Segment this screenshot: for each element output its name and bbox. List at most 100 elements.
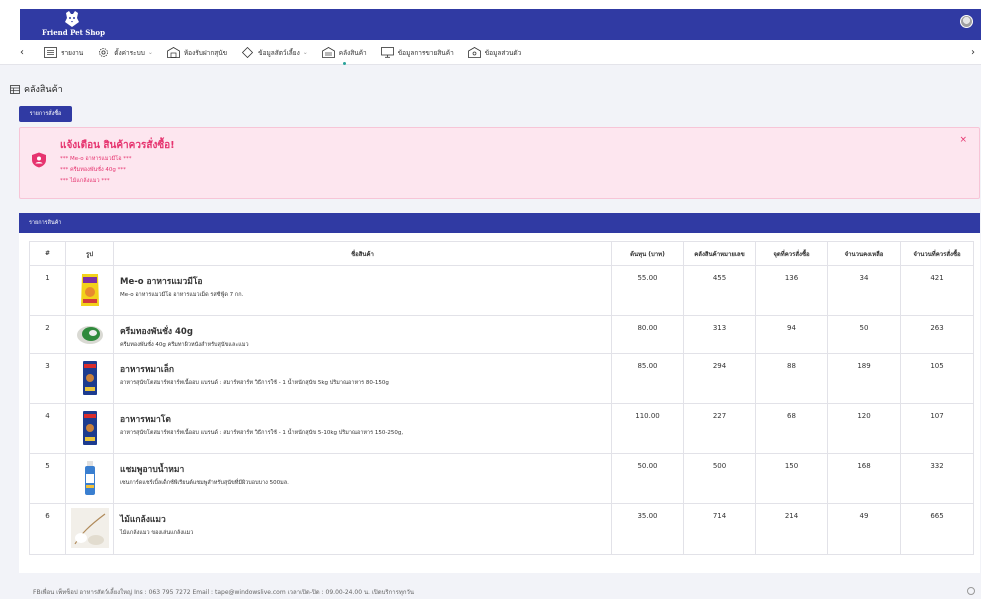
product-panel: รายการสินค้า # รูป ชื่อสินค้า ต้นทุน (บา… xyxy=(19,213,980,573)
column-header: # xyxy=(29,241,66,266)
product-name-cell: ครีมทองพันชั่ง 40g ครีมทองพันชั่ง 40g คร… xyxy=(113,315,612,354)
product-name-cell: อาหารหมาโต อาหารสุนัขโตสมาร์ทฮาร์ทเนื้ออ… xyxy=(113,403,612,454)
order-qty-cell: 665 xyxy=(900,503,974,555)
dog-food-bag-image xyxy=(70,408,109,448)
table-row[interactable]: 1 Me-o อาหารแมวมีโอ Me-o อาหารแมวมีโอ อา… xyxy=(29,265,974,316)
gear-icon xyxy=(99,48,109,57)
cat-food-bag-image xyxy=(70,270,109,310)
nav-label: ข้อมูลสัตว์เลี้ยง xyxy=(258,48,300,57)
nav-item-sales[interactable]: ข้อมูลการขายสินค้า xyxy=(380,47,454,58)
alert-item: *** ครีมทองพันชั่ง 40g *** xyxy=(60,167,126,173)
order-list-button[interactable]: รายการสั่งซื้อ xyxy=(19,106,72,122)
cost-cell: 35.00 xyxy=(611,503,684,555)
footer-text: FBเพื่อน เพ็ทช็อป อาหารสัตว์เลี้ยงใหญ่ I… xyxy=(33,589,414,596)
product-image-cell xyxy=(65,315,114,354)
table-row[interactable]: 3 อาหารหมาเล็ก อาหารสุนัขโตสมาร์ทฮาร์ทเน… xyxy=(29,353,974,404)
nav-menu: รายงาน ตั้งค่าระบบ ⌄ ห้องรับฝากสุนัข ข้อ… xyxy=(44,46,535,65)
product-image-cell xyxy=(65,403,114,454)
order-qty-cell: 332 xyxy=(900,453,974,504)
reorder-alert: แจ้งเตือน สินค้าควรสั่งซื้อ! *** Me-o อา… xyxy=(19,127,980,199)
row-index: 3 xyxy=(29,353,66,404)
product-name: อาหารหมาโต xyxy=(120,415,171,425)
nav-item-dog-boarding[interactable]: ห้องรับฝากสุนัข xyxy=(166,47,227,58)
reorder-point-cell: 68 xyxy=(755,403,828,454)
remaining-cell: 120 xyxy=(827,403,901,454)
stock-cell: 455 xyxy=(683,265,756,316)
profile-icon xyxy=(467,47,481,58)
row-index: 6 xyxy=(29,503,66,555)
product-description: อาหารสุนัขโตสมาร์ทฮาร์ทเนื้ออบ แบรนด์ : … xyxy=(120,430,404,436)
table-header-row: # รูป ชื่อสินค้า ต้นทุน (บาท) คลังสินค้า… xyxy=(29,241,974,266)
shampoo-bottle-image xyxy=(70,458,109,498)
remaining-cell: 49 xyxy=(827,503,901,555)
cream-jar-image xyxy=(70,320,109,348)
nav-item-pet-info[interactable]: ข้อมูลสัตว์เลี้ยง ⌄ xyxy=(241,47,308,58)
column-header: จำนวนคงเหลือ xyxy=(827,241,901,266)
product-table: # รูป ชื่อสินค้า ต้นทุน (บาท) คลังสินค้า… xyxy=(29,241,974,555)
row-index: 1 xyxy=(29,265,66,316)
table-row[interactable]: 2 ครีมทองพันชั่ง 40g ครีมทองพันชั่ง 40g … xyxy=(29,315,974,354)
order-qty-cell: 263 xyxy=(900,315,974,354)
product-description: ครีมทองพันชั่ง 40g ครีมทาผิวหนังสำหรับสุ… xyxy=(120,342,249,348)
column-header: จำนวนที่ควรสั่งซื้อ xyxy=(900,241,974,266)
list-icon xyxy=(44,47,57,58)
cost-cell: 55.00 xyxy=(611,265,684,316)
product-image-cell xyxy=(65,353,114,404)
product-description: เซนการ์ดแชร์เบิ้ลเด็กซ์พีเรียนต์แชมพูสำห… xyxy=(120,480,289,486)
brand-logo[interactable]: Friend Pet Shop xyxy=(42,10,105,39)
nav-item-reports[interactable]: รายงาน xyxy=(44,47,83,58)
product-name: แชมพูอาบน้ำหมา xyxy=(120,465,185,475)
product-description: Me-o อาหารแมวมีโอ อาหารแมวเม็ด รสซีฟู้ด … xyxy=(120,292,244,298)
product-description: อาหารสุนัขโตสมาร์ทฮาร์ทเนื้ออบ แบรนด์ : … xyxy=(120,380,389,386)
nav-label: รายงาน xyxy=(61,48,84,57)
row-index: 4 xyxy=(29,403,66,454)
table-icon xyxy=(10,84,20,94)
info-icon[interactable] xyxy=(967,587,975,595)
column-header: คลังสินค้าหมายเลข xyxy=(683,241,756,266)
reorder-point-cell: 88 xyxy=(755,353,828,404)
building-icon xyxy=(166,47,180,58)
top-bar: Friend Pet Shop xyxy=(20,9,981,40)
row-index: 5 xyxy=(29,453,66,504)
product-name-cell: ไม้แกล้งแมว ไม้แกล้งแมว ของเล่นแกล้งแมว xyxy=(113,503,612,555)
product-name-cell: อาหารหมาเล็ก อาหารสุนัขโตสมาร์ทฮาร์ทเนื้… xyxy=(113,353,612,404)
shield-icon xyxy=(32,152,46,168)
column-header: จุดที่ควรสั่งซื้อ xyxy=(755,241,828,266)
product-name: อาหารหมาเล็ก xyxy=(120,365,175,375)
alert-item: *** ไม้แกล้งแมว *** xyxy=(60,178,110,184)
product-name: Me-o อาหารแมวมีโอ xyxy=(120,277,203,287)
stock-cell: 294 xyxy=(683,353,756,404)
cost-cell: 110.00 xyxy=(611,403,684,454)
table-row[interactable]: 6 ไม้แกล้งแมว ไม้แกล้งแมว ของเล่นแกล้งแม… xyxy=(29,503,974,555)
product-description: ไม้แกล้งแมว ของเล่นแกล้งแมว xyxy=(120,530,194,536)
remaining-cell: 189 xyxy=(827,353,901,404)
table-row[interactable]: 4 อาหารหมาโต อาหารสุนัขโตสมาร์ทฮาร์ทเนื้… xyxy=(29,403,974,454)
nav-scroll-right-icon[interactable]: › xyxy=(971,47,975,58)
nav-scroll-left-icon[interactable]: ‹ xyxy=(20,47,24,58)
user-avatar[interactable] xyxy=(960,15,973,28)
nav-bar: ‹ รายงาน ตั้งค่าระบบ ⌄ ห้องรับฝากสุนัข ข… xyxy=(0,40,981,65)
column-header: รูป xyxy=(65,241,114,266)
nav-item-settings[interactable]: ตั้งค่าระบบ ⌄ xyxy=(97,47,153,58)
reorder-point-cell: 94 xyxy=(755,315,828,354)
nav-item-profile[interactable]: ข้อมูลส่วนตัว xyxy=(467,47,521,58)
remaining-cell: 168 xyxy=(827,453,901,504)
nav-label: ข้อมูลการขายสินค้า xyxy=(397,48,454,57)
main-content: คลังสินค้า รายการสั่งซื้อ แจ้งเตือน สินค… xyxy=(0,65,981,599)
table-row[interactable]: 5 แชมพูอาบน้ำหมา เซนการ์ดแชร์เบิ้ลเด็กซ์… xyxy=(29,453,974,504)
page-title: คลังสินค้า xyxy=(10,82,63,96)
footer: FBเพื่อน เพ็ทช็อป อาหารสัตว์เลี้ยงใหญ่ I… xyxy=(0,584,981,599)
dog-food-bag-image xyxy=(70,358,109,398)
close-icon[interactable]: × xyxy=(959,135,967,145)
chevron-down-icon: ⌄ xyxy=(147,49,153,56)
product-name: ไม้แกล้งแมว xyxy=(120,515,166,525)
cost-cell: 50.00 xyxy=(611,453,684,504)
nav-item-warehouse[interactable]: คลังสินค้า xyxy=(321,47,367,65)
alert-title: แจ้งเตือน สินค้าควรสั่งซื้อ! xyxy=(60,140,175,151)
order-qty-cell: 107 xyxy=(900,403,974,454)
reorder-point-cell: 150 xyxy=(755,453,828,504)
cat-teaser-image xyxy=(70,508,109,548)
reorder-point-cell: 214 xyxy=(755,503,828,555)
chevron-down-icon: ⌄ xyxy=(302,49,308,56)
warehouse-icon xyxy=(321,47,335,58)
